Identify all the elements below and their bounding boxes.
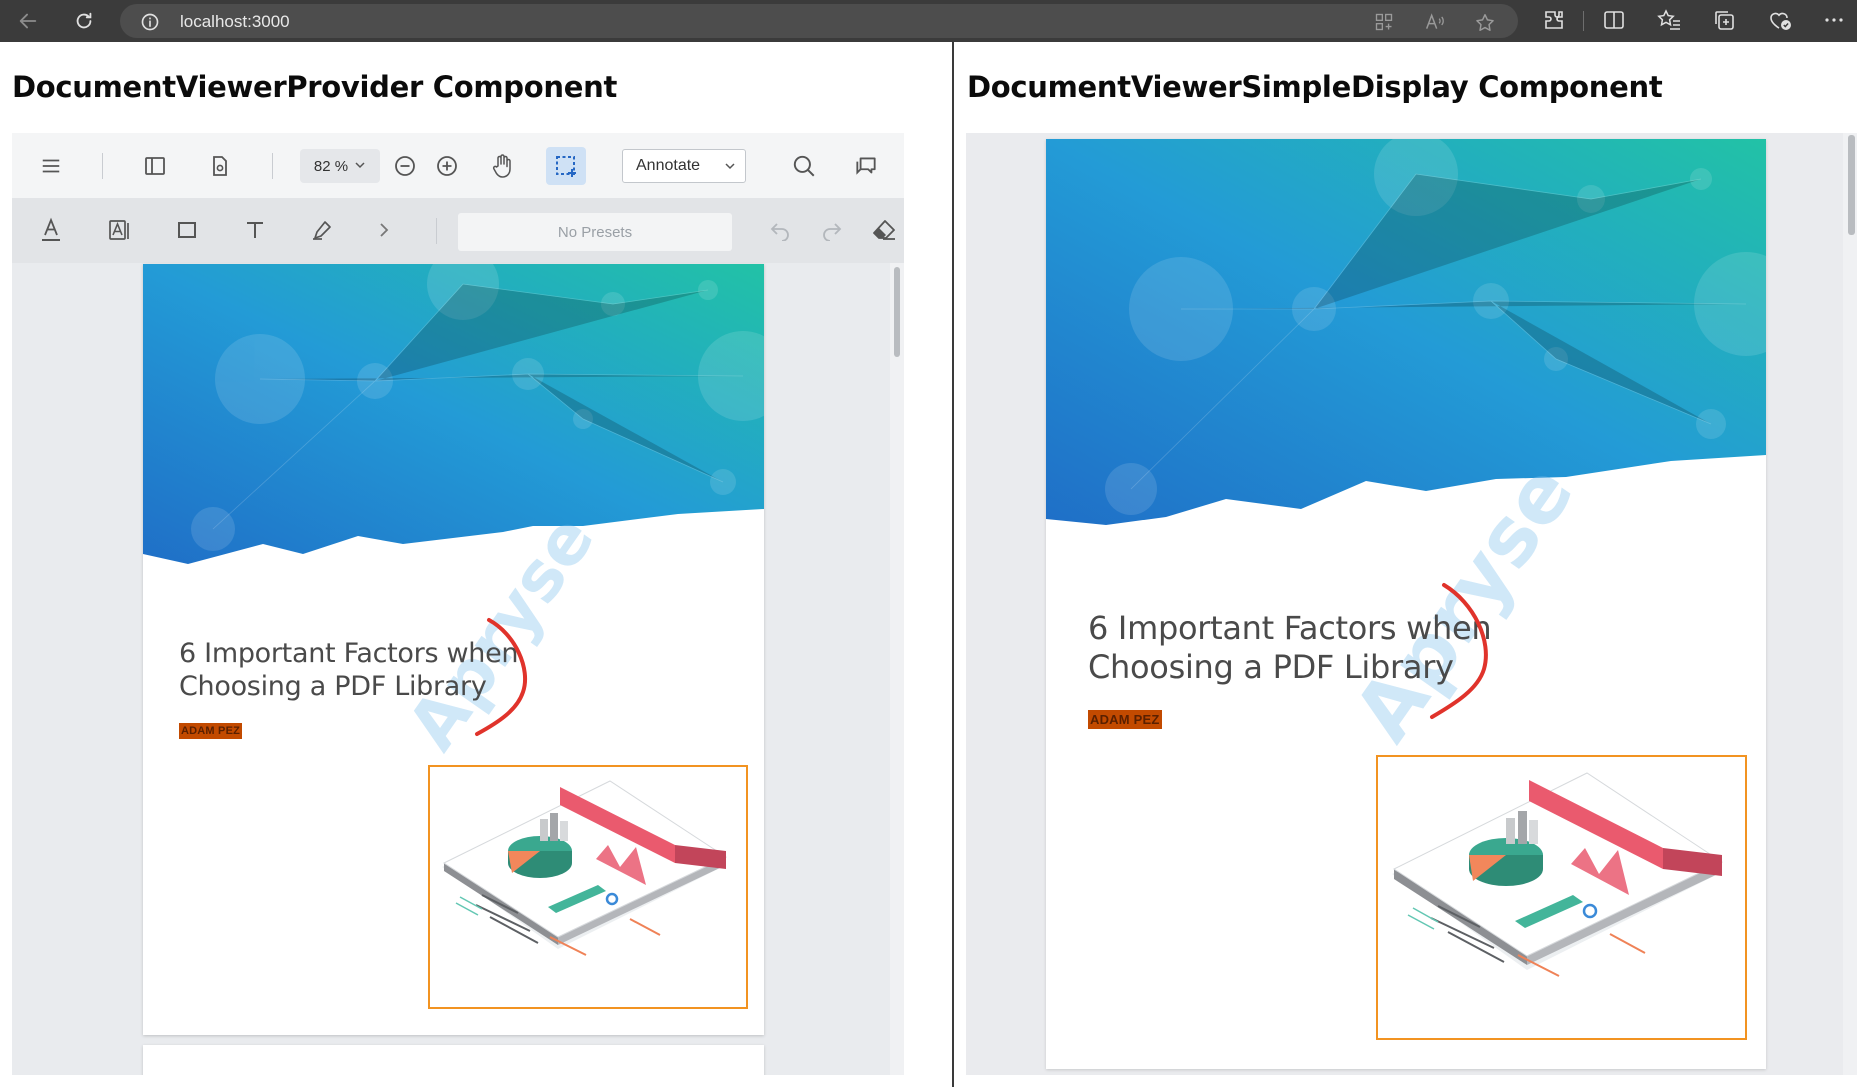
right-pane-title: DocumentViewerSimpleDisplay Component [967, 70, 1663, 104]
toolbar-divider [1583, 11, 1584, 31]
pan-hand-icon[interactable] [487, 151, 517, 181]
back-arrow-icon[interactable] [14, 7, 42, 35]
scrollbar-thumb[interactable] [894, 267, 900, 357]
redo-icon[interactable] [817, 215, 847, 245]
rectangle-tool-icon[interactable] [172, 215, 202, 245]
scrollbar-thumb[interactable] [1848, 135, 1855, 235]
viewer-scrollbar[interactable] [890, 263, 904, 1075]
chevron-right-icon[interactable] [369, 215, 399, 245]
chevron-down-icon [724, 159, 736, 177]
menu-icon[interactable] [36, 151, 66, 181]
chevron-down-icon [354, 158, 366, 175]
more-icon[interactable] [1822, 8, 1846, 37]
document-page-2[interactable] [143, 1045, 764, 1075]
address-bar[interactable]: localhost:3000 [120, 4, 1518, 38]
document-title-line-2: Choosing a PDF Library [179, 670, 487, 702]
rectangle-annotation[interactable] [428, 765, 748, 1009]
zoom-value: 82 % [313, 157, 349, 175]
toolbar-divider [102, 153, 103, 179]
freehand-pen-tool-icon[interactable] [307, 215, 337, 245]
split-screen-icon[interactable] [1602, 8, 1626, 37]
url-text[interactable]: localhost:3000 [180, 12, 290, 32]
free-text-tool-icon[interactable] [104, 215, 134, 245]
eraser-icon[interactable] [869, 215, 899, 245]
page-settings-icon[interactable] [205, 151, 235, 181]
sidebar-panel-icon[interactable] [140, 151, 170, 181]
read-aloud-icon[interactable] [1424, 12, 1446, 37]
viewer-header-toolbar: 82 % Annotate [12, 133, 904, 198]
document-title: 6 Important Factors when Choosing a PDF … [179, 638, 519, 704]
author-highlight[interactable]: ADAM PEZ [179, 723, 243, 739]
document-page-1[interactable]: Apryse 6 Important Factors when Choosing… [1046, 139, 1766, 1069]
cover-hero-graphic [143, 264, 764, 564]
collections-icon[interactable] [1712, 8, 1736, 37]
freehand-ink-annotation[interactable] [473, 614, 543, 744]
annotation-toolbar: No Presets [12, 198, 904, 263]
performance-icon[interactable] [1767, 8, 1793, 37]
document-page-1[interactable]: Apryse 6 Important Factors when Choosing… [143, 264, 764, 1035]
document-title-line-1: 6 Important Factors when [179, 638, 519, 669]
refresh-icon[interactable] [70, 7, 98, 35]
undo-icon[interactable] [765, 215, 795, 245]
comments-panel-icon[interactable] [851, 151, 881, 181]
author-highlight: ADAM PEZ [1088, 710, 1162, 729]
zoom-in-icon[interactable] [432, 151, 462, 181]
browser-toolbar: localhost:3000 [0, 0, 1857, 42]
left-pane-title: DocumentViewerProvider Component [12, 70, 618, 104]
zoom-dropdown[interactable]: 82 % [300, 149, 380, 183]
toolbar-group-select[interactable]: Annotate [622, 149, 746, 183]
document-viewer-provider: 82 % Annotate No Presets Apryse 6 Import… [12, 133, 904, 1075]
cover-hero-graphic [1046, 139, 1766, 525]
toolbar-group-value: Annotate [636, 157, 701, 174]
dashboard-illustration [442, 780, 728, 956]
text-underline-tool-icon[interactable] [36, 215, 66, 245]
dashboard-illustration [1392, 772, 1724, 977]
freehand-ink-annotation [1430, 583, 1488, 719]
rectangle-annotation [1376, 755, 1747, 1040]
info-icon[interactable] [140, 12, 160, 37]
marquee-select-button[interactable] [546, 147, 586, 185]
app-grid-icon[interactable] [1374, 12, 1394, 37]
favorites-icon[interactable] [1656, 8, 1682, 37]
text-tool-icon[interactable] [240, 215, 270, 245]
pane-divider [952, 42, 954, 1087]
toolbar-divider [436, 218, 437, 244]
style-presets: No Presets [458, 213, 732, 251]
search-icon[interactable] [789, 151, 819, 181]
toolbar-divider [272, 153, 273, 179]
viewer-scrollbar[interactable] [1843, 133, 1857, 1075]
document-viewer-simple-display: Apryse 6 Important Factors when Choosing… [966, 133, 1857, 1075]
extensions-icon[interactable] [1542, 8, 1566, 37]
favorite-star-icon[interactable] [1474, 12, 1496, 39]
zoom-out-icon[interactable] [390, 151, 420, 181]
